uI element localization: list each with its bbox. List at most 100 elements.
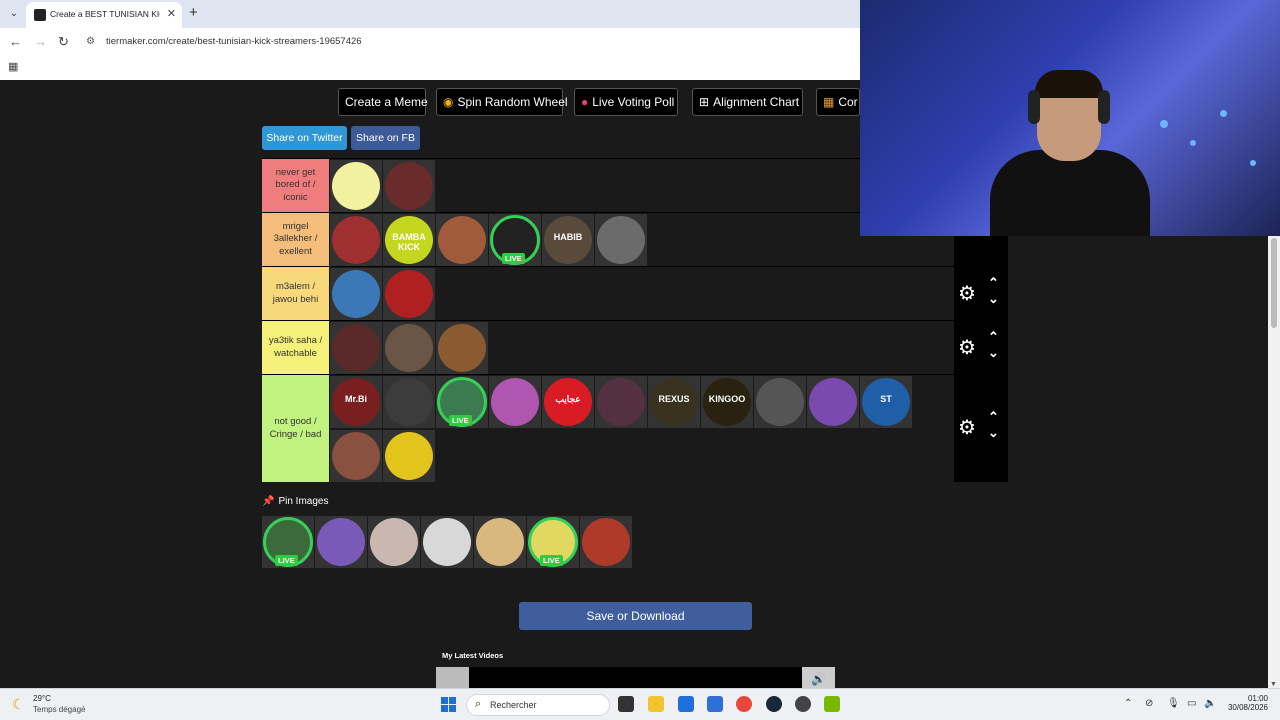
share-twitter-button[interactable]: Share on Twitter: [262, 126, 347, 150]
streamer-avatar[interactable]: ST: [860, 376, 912, 428]
windows-start-icon[interactable]: [441, 697, 456, 712]
streamer-hair: [1035, 70, 1103, 98]
new-tab-button[interactable]: +: [189, 4, 198, 21]
browser-tab[interactable]: Create a BEST TUNISIAN KICK S ✕: [26, 2, 182, 28]
create-meme-button[interactable]: Create a Meme: [338, 88, 428, 116]
streamer-avatar[interactable]: [330, 214, 382, 266]
streamer-avatar[interactable]: LIVE: [527, 516, 579, 568]
streamer-avatar[interactable]: [489, 376, 541, 428]
streamer-avatar[interactable]: [330, 268, 382, 320]
move-up-chevron-icon[interactable]: ⌃: [988, 329, 999, 345]
nvidia-icon[interactable]: [824, 696, 840, 712]
streamer-avatar[interactable]: [330, 322, 382, 374]
outlook-icon[interactable]: [707, 696, 723, 712]
url-text: tiermaker.com/create/best-tunisian-kick-…: [106, 36, 362, 47]
scroll-down-arrow-icon[interactable]: ▼: [1270, 681, 1277, 688]
move-down-chevron-icon[interactable]: ⌄: [988, 425, 999, 441]
compare-button[interactable]: ▦ Cor: [816, 88, 860, 116]
tier-settings-gear-icon[interactable]: ⚙: [958, 335, 976, 360]
streamer-avatar[interactable]: LIVE: [489, 214, 541, 266]
display-icon[interactable]: ▭: [1187, 698, 1196, 709]
weather-desc: Temps dégagé: [33, 705, 86, 714]
tray-chevron-icon[interactable]: ⌃: [1124, 698, 1132, 709]
tier-items[interactable]: [330, 321, 954, 374]
streamer-avatar[interactable]: [436, 214, 488, 266]
tier-label[interactable]: ya3tik saha / watchable: [262, 321, 329, 374]
alignment-chart-button[interactable]: ⊞ Alignment Chart: [692, 88, 803, 116]
streamer-avatar[interactable]: KINGOO: [701, 376, 753, 428]
apps-grid-icon[interactable]: ▦: [8, 60, 18, 73]
streamer-avatar[interactable]: [474, 516, 526, 568]
live-poll-button[interactable]: ● Live Voting Poll: [574, 88, 678, 116]
speaker-icon[interactable]: 🔈: [1204, 698, 1216, 709]
forward-icon[interactable]: →: [34, 34, 47, 49]
avatar-caption: KINGOO: [708, 394, 746, 404]
tier-settings-gear-icon[interactable]: ⚙: [958, 281, 976, 306]
pin-icon: 📌: [262, 496, 275, 507]
tab-search-icon[interactable]: ⌄: [6, 6, 22, 22]
tier-items[interactable]: [330, 267, 954, 320]
task-view-icon[interactable]: [618, 696, 634, 712]
tier-label[interactable]: m3alem / jawou behi: [262, 267, 329, 320]
streamer-avatar[interactable]: BAMBA KICK: [383, 214, 435, 266]
tier-label[interactable]: never get bored of / iconic: [262, 159, 329, 212]
network-off-icon[interactable]: ⊘: [1145, 698, 1153, 709]
tier-items[interactable]: Mr.Bi LIVE عجايب REXUS KINGOO ST: [330, 375, 954, 482]
reload-icon[interactable]: ↻: [58, 34, 69, 50]
streamer-avatar[interactable]: [368, 516, 420, 568]
streamer-avatar[interactable]: [330, 160, 382, 212]
address-bar[interactable]: ⚙ tiermaker.com/create/best-tunisian-kic…: [80, 31, 860, 53]
streamer-avatar[interactable]: [315, 516, 367, 568]
system-clock[interactable]: 01:00 30/08/2026: [1226, 694, 1268, 712]
streamer-avatar[interactable]: [807, 376, 859, 428]
streamer-avatar[interactable]: LIVE: [436, 376, 488, 428]
streamer-avatar[interactable]: [383, 430, 435, 482]
streamer-avatar[interactable]: HABIB: [542, 214, 594, 266]
file-explorer-icon[interactable]: [648, 696, 664, 712]
move-down-chevron-icon[interactable]: ⌄: [988, 291, 999, 307]
live-poll-label: Live Voting Poll: [592, 95, 675, 109]
move-up-chevron-icon[interactable]: ⌃: [988, 275, 999, 291]
share-facebook-button[interactable]: Share on FB: [351, 126, 420, 150]
scrollbar-thumb[interactable]: [1271, 238, 1277, 328]
streamer-avatar[interactable]: [383, 322, 435, 374]
streamer-avatar[interactable]: [580, 516, 632, 568]
avatar-image: [582, 518, 630, 566]
avatar-caption: BAMBA KICK: [392, 232, 426, 252]
site-info-icon[interactable]: ⚙: [86, 36, 95, 47]
save-download-button[interactable]: Save or Download: [519, 602, 752, 630]
windows-taskbar: ☾ 29°C Temps dégagé ⌕ Rechercher ⌃ ⊘ 🎙 ▭…: [0, 688, 1280, 720]
streamer-avatar[interactable]: [383, 160, 435, 212]
chrome-icon[interactable]: [736, 696, 752, 712]
pin-images-toggle[interactable]: 📌 Pin Images: [262, 496, 328, 507]
live-badge: LIVE: [449, 415, 472, 426]
store-icon[interactable]: [678, 696, 694, 712]
streamer-avatar[interactable]: [595, 376, 647, 428]
wheel-icon: ◉: [443, 95, 454, 109]
streamer-avatar[interactable]: عجايب: [542, 376, 594, 428]
back-icon[interactable]: ←: [9, 34, 22, 49]
tier-label[interactable]: mrigel 3allekher / exellent: [262, 213, 329, 266]
streamer-avatar[interactable]: [595, 214, 647, 266]
move-up-chevron-icon[interactable]: ⌃: [988, 409, 999, 425]
streamer-avatar[interactable]: [754, 376, 806, 428]
streamer-avatar[interactable]: [436, 322, 488, 374]
streamer-avatar[interactable]: [421, 516, 473, 568]
spin-wheel-button[interactable]: ◉ Spin Random Wheel: [436, 88, 568, 116]
streamer-avatar[interactable]: [330, 430, 382, 482]
obs-icon[interactable]: [795, 696, 811, 712]
mic-icon[interactable]: 🎙: [1167, 698, 1180, 709]
page-scrollbar[interactable]: ▲ ▼: [1268, 226, 1280, 688]
streamer-avatar[interactable]: Mr.Bi: [330, 376, 382, 428]
tier-label[interactable]: not good / Cringe / bad: [262, 375, 329, 482]
streamer-avatar[interactable]: [383, 268, 435, 320]
close-tab-icon[interactable]: ✕: [167, 7, 176, 20]
taskbar-search[interactable]: ⌕ Rechercher: [466, 694, 610, 716]
move-down-chevron-icon[interactable]: ⌄: [988, 345, 999, 361]
image-pool[interactable]: LIVE LIVE: [262, 516, 636, 570]
streamer-avatar[interactable]: LIVE: [262, 516, 314, 568]
streamer-avatar[interactable]: [383, 376, 435, 428]
streamer-avatar[interactable]: REXUS: [648, 376, 700, 428]
tier-settings-gear-icon[interactable]: ⚙: [958, 415, 976, 440]
steam-icon[interactable]: [766, 696, 782, 712]
